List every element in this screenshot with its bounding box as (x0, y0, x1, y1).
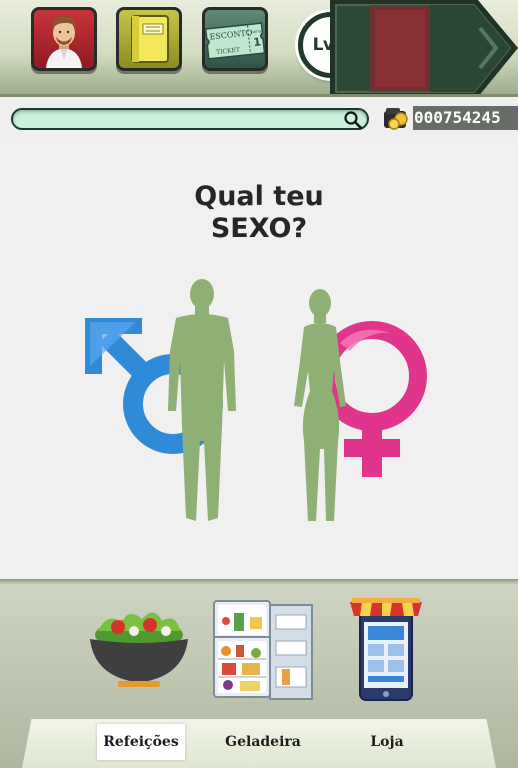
bottom-panel: Refeições Geladeira Loja (0, 579, 518, 768)
ticket-number: 1 (253, 35, 262, 49)
fridge-shortcut[interactable] (212, 597, 316, 703)
profile-button[interactable] (31, 7, 97, 71)
search-icon[interactable] (343, 110, 363, 130)
male-option[interactable] (80, 276, 250, 526)
meals-shortcut[interactable] (88, 601, 190, 691)
search-input[interactable] (23, 111, 343, 128)
tab-fridge[interactable]: Geladeira (215, 724, 311, 760)
notebook-icon (131, 15, 169, 63)
question-line-2: SEXO? (210, 213, 308, 244)
mobile-store-icon (350, 598, 422, 701)
male-silhouette-icon (168, 279, 236, 521)
search-bar[interactable] (11, 108, 369, 130)
coin-counter: 000754245 (380, 104, 518, 132)
fridge-icon (213, 600, 313, 700)
next-arrow-button[interactable] (330, 0, 518, 97)
female-option[interactable] (280, 281, 430, 526)
avatar-icon (46, 16, 82, 68)
discount-ticket-button[interactable]: ESCONTO TICKET bonus 1 (202, 7, 268, 71)
wallet-icon (384, 108, 408, 130)
arrow-right-icon (330, 0, 518, 97)
tab-meals[interactable]: Refeições (97, 724, 185, 760)
notebook-button[interactable] (116, 7, 182, 71)
ticket-icon: ESCONTO TICKET bonus 1 (205, 22, 265, 60)
question-line-1: Qual teu (194, 181, 324, 212)
question-title: Qual teu SEXO? (0, 181, 518, 245)
gender-question-card: Qual teu SEXO? (0, 141, 518, 579)
tab-shop[interactable]: Loja (355, 724, 419, 760)
salad-bowl-icon (90, 612, 188, 687)
top-bar: ESCONTO TICKET bonus 1 Lv.8 (0, 0, 518, 97)
coin-amount: 000754245 (413, 106, 518, 130)
store-shortcut[interactable] (348, 594, 424, 702)
